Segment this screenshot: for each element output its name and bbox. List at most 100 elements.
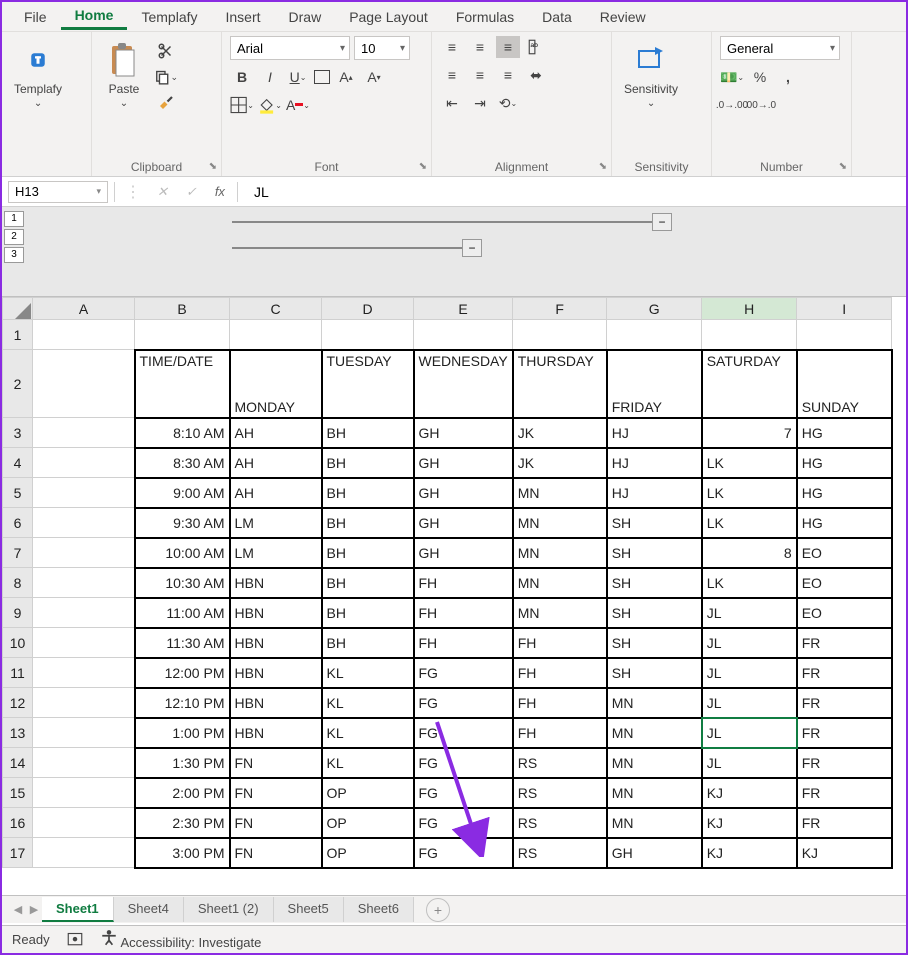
cell-E7[interactable]: GH xyxy=(414,538,513,568)
col-header-H[interactable]: H xyxy=(702,298,797,320)
sheet-nav-next[interactable]: ▶ xyxy=(26,903,42,916)
cell-F9[interactable]: MN xyxy=(513,598,607,628)
cell-G17[interactable]: GH xyxy=(607,838,702,868)
cell-B6[interactable]: 9:30 AM xyxy=(135,508,230,538)
cell-C8[interactable]: HBN xyxy=(230,568,322,598)
cell-C12[interactable]: HBN xyxy=(230,688,322,718)
menu-formulas[interactable]: Formulas xyxy=(442,5,528,29)
cell-D11[interactable]: KL xyxy=(322,658,414,688)
alignment-dialog-launcher[interactable]: ⬊ xyxy=(599,161,607,172)
cell-D8[interactable]: BH xyxy=(322,568,414,598)
row-header-3[interactable]: 3 xyxy=(3,418,33,448)
cell-B1[interactable] xyxy=(135,320,230,350)
cell-G1[interactable] xyxy=(607,320,702,350)
row-header-14[interactable]: 14 xyxy=(3,748,33,778)
cell-H5[interactable]: LK xyxy=(702,478,797,508)
cell-G6[interactable]: SH xyxy=(607,508,702,538)
cell-I16[interactable]: FR xyxy=(797,808,892,838)
decrease-decimal-button[interactable]: .00→.0 xyxy=(748,94,772,116)
cell-B14[interactable]: 1:30 PM xyxy=(135,748,230,778)
cell-D13[interactable]: KL xyxy=(322,718,414,748)
row-header-17[interactable]: 17 xyxy=(3,838,33,868)
cell-G10[interactable]: SH xyxy=(607,628,702,658)
cell-A4[interactable] xyxy=(33,448,135,478)
cell-A5[interactable] xyxy=(33,478,135,508)
cell-A1[interactable] xyxy=(33,320,135,350)
cell-B10[interactable]: 11:30 AM xyxy=(135,628,230,658)
formula-input[interactable]: JL xyxy=(244,184,269,200)
cell-I2[interactable]: SUNDAY xyxy=(797,350,892,418)
cell-B7[interactable]: 10:00 AM xyxy=(135,538,230,568)
cell-H3[interactable]: 7 xyxy=(702,418,797,448)
cell-D5[interactable]: BH xyxy=(322,478,414,508)
row-header-5[interactable]: 5 xyxy=(3,478,33,508)
cell-F14[interactable]: RS xyxy=(513,748,607,778)
align-middle-button[interactable]: ≡ xyxy=(468,36,492,58)
cell-I6[interactable]: HG xyxy=(797,508,892,538)
col-header-E[interactable]: E xyxy=(414,298,513,320)
spreadsheet-grid[interactable]: ABCDEFGHI12TIME/DATEMONDAYTUESDAYWEDNESD… xyxy=(2,297,906,869)
cell-G4[interactable]: HJ xyxy=(607,448,702,478)
cell-F7[interactable]: MN xyxy=(513,538,607,568)
cell-C9[interactable]: HBN xyxy=(230,598,322,628)
cell-B2[interactable]: TIME/DATE xyxy=(135,350,230,418)
format-painter-button[interactable] xyxy=(154,92,178,114)
align-right-button[interactable]: ≡ xyxy=(496,64,520,86)
outline-level-2[interactable]: 2 xyxy=(4,229,24,245)
sheet-tab-sheet1-2-[interactable]: Sheet1 (2) xyxy=(184,897,274,922)
cancel-formula-icon[interactable]: ✕ xyxy=(151,184,174,200)
cell-A3[interactable] xyxy=(33,418,135,448)
cell-D17[interactable]: OP xyxy=(322,838,414,868)
sensitivity-button[interactable]: Sensitivity ⌄ xyxy=(620,36,682,113)
decrease-indent-button[interactable]: ⇤ xyxy=(440,92,464,114)
cell-A8[interactable] xyxy=(33,568,135,598)
row-header-7[interactable]: 7 xyxy=(3,538,33,568)
cell-E1[interactable] xyxy=(414,320,513,350)
cell-D3[interactable]: BH xyxy=(322,418,414,448)
cell-E15[interactable]: FG xyxy=(414,778,513,808)
menu-draw[interactable]: Draw xyxy=(275,5,336,29)
cell-D15[interactable]: OP xyxy=(322,778,414,808)
accounting-format-button[interactable]: 💵⌄ xyxy=(720,66,744,88)
accessibility-status[interactable]: Accessibility: Investigate xyxy=(100,929,262,950)
cell-E12[interactable]: FG xyxy=(414,688,513,718)
cell-E8[interactable]: FH xyxy=(414,568,513,598)
cell-G8[interactable]: SH xyxy=(607,568,702,598)
cell-F8[interactable]: MN xyxy=(513,568,607,598)
macro-record-icon[interactable] xyxy=(66,929,84,950)
outline-level-1[interactable]: 1 xyxy=(4,211,24,227)
cell-C13[interactable]: HBN xyxy=(230,718,322,748)
comma-button[interactable]: , xyxy=(776,66,800,88)
cell-I15[interactable]: FR xyxy=(797,778,892,808)
increase-indent-button[interactable]: ⇥ xyxy=(468,92,492,114)
cell-C10[interactable]: HBN xyxy=(230,628,322,658)
font-color-button[interactable]: A⌄ xyxy=(286,94,310,116)
copy-button[interactable]: ⌄ xyxy=(154,66,178,88)
align-left-button[interactable]: ≡ xyxy=(440,64,464,86)
wrap-text-button[interactable]: ab xyxy=(524,36,548,58)
increase-font-button[interactable]: A▴ xyxy=(334,66,358,88)
cell-A10[interactable] xyxy=(33,628,135,658)
cell-G3[interactable]: HJ xyxy=(607,418,702,448)
borders-button[interactable]: ⌄ xyxy=(230,94,254,116)
cell-F10[interactable]: FH xyxy=(513,628,607,658)
outline-level-3[interactable]: 3 xyxy=(4,247,24,263)
cell-G7[interactable]: SH xyxy=(607,538,702,568)
menu-home[interactable]: Home xyxy=(61,3,128,30)
cell-D12[interactable]: KL xyxy=(322,688,414,718)
cell-I3[interactable]: HG xyxy=(797,418,892,448)
sheet-nav-prev[interactable]: ◀ xyxy=(10,903,26,916)
cell-G12[interactable]: MN xyxy=(607,688,702,718)
cell-E13[interactable]: FG xyxy=(414,718,513,748)
cell-F6[interactable]: MN xyxy=(513,508,607,538)
cell-H4[interactable]: LK xyxy=(702,448,797,478)
menu-data[interactable]: Data xyxy=(528,5,586,29)
cell-G13[interactable]: MN xyxy=(607,718,702,748)
cell-C4[interactable]: AH xyxy=(230,448,322,478)
cell-E2[interactable]: WEDNESDAY xyxy=(414,350,513,418)
cut-button[interactable] xyxy=(154,40,178,62)
cell-B15[interactable]: 2:00 PM xyxy=(135,778,230,808)
percent-button[interactable]: % xyxy=(748,66,772,88)
cell-G15[interactable]: MN xyxy=(607,778,702,808)
cell-G5[interactable]: HJ xyxy=(607,478,702,508)
